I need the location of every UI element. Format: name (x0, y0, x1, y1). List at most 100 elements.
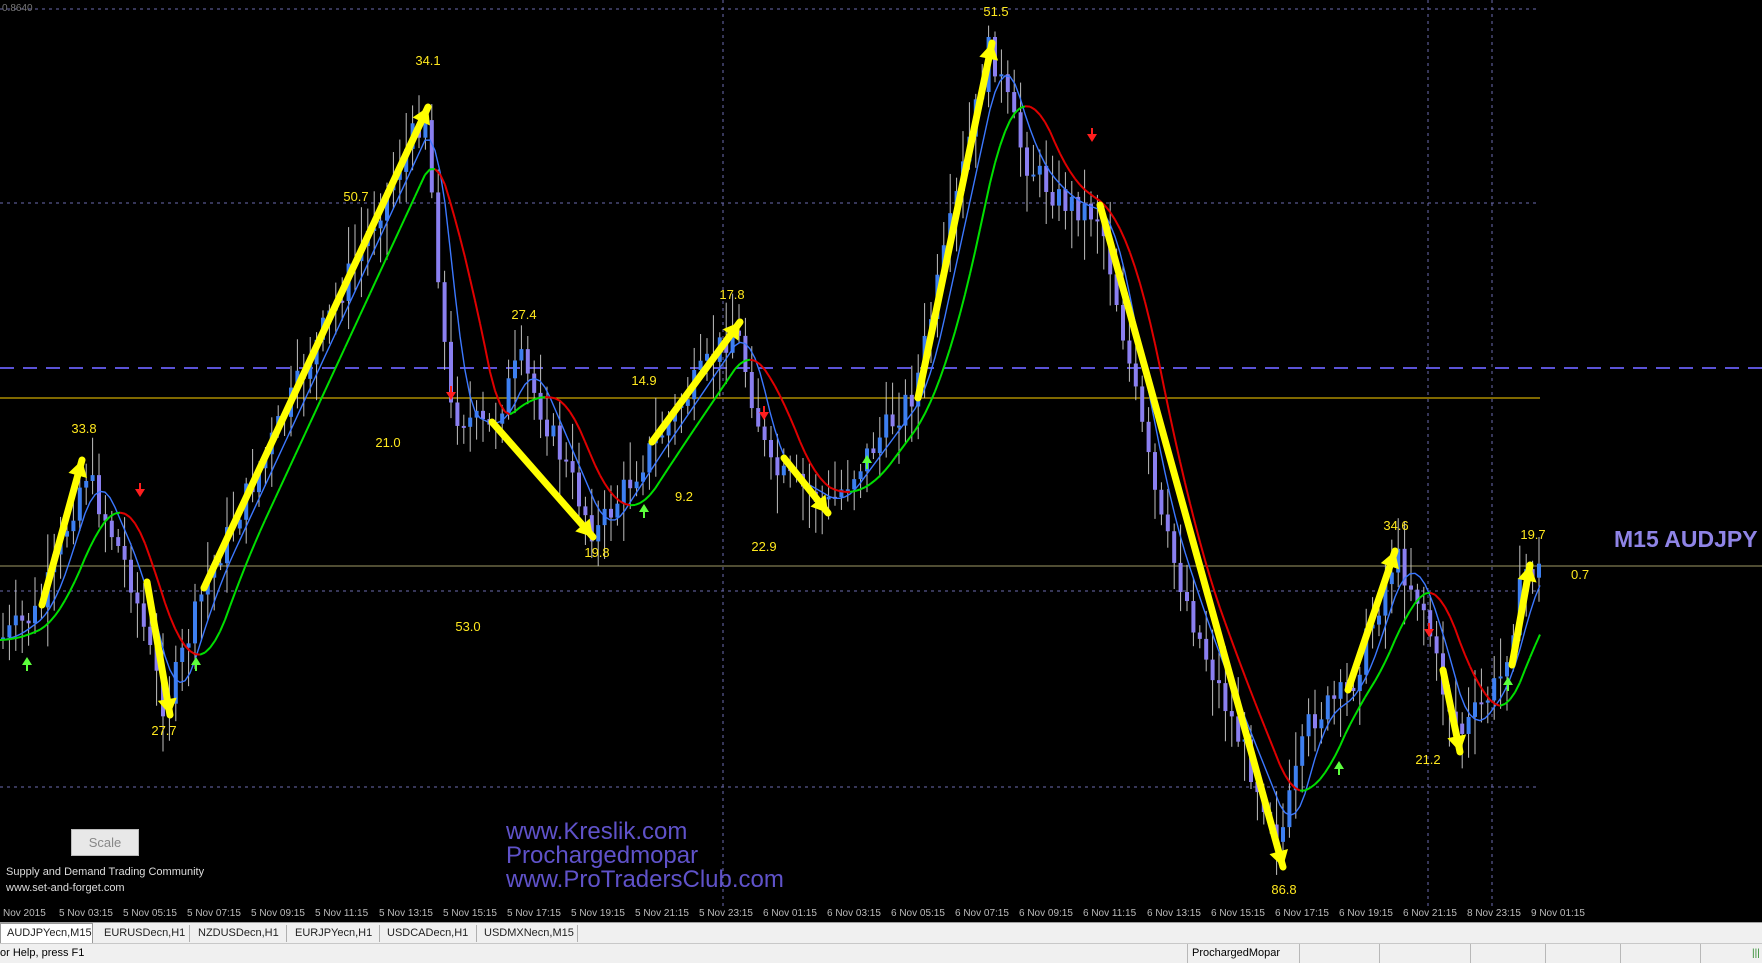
down-arrow-icon (1087, 134, 1097, 142)
ma-segment (64, 590, 71, 601)
ma-segment (199, 651, 206, 656)
candle-body (775, 457, 780, 476)
ma-segment (564, 404, 571, 413)
ma-segment (849, 490, 856, 493)
ma-segment (279, 476, 286, 489)
tab-usdcad[interactable]: USDCADecn,H1 (381, 925, 477, 942)
candle-body (999, 74, 1004, 77)
candle-body (1300, 736, 1305, 766)
ma-segment (294, 444, 301, 456)
price-chart[interactable]: 0.8640 51.5 34.1 50.7 27.4 17.8 14.9 33.… (0, 0, 1762, 910)
ma-segment (1319, 772, 1326, 780)
scale-button[interactable]: Scale (71, 829, 139, 856)
ma-segment (1229, 635, 1236, 651)
candle-body (1191, 601, 1196, 633)
ma-segment (29, 631, 36, 635)
status-help-text: or Help, press F1 (0, 947, 85, 959)
ma-segment (964, 273, 971, 295)
ma-segment (4, 638, 11, 641)
watermark-line: www.ProTradersClub.com (506, 866, 784, 893)
ma-segment (1429, 591, 1436, 596)
move-label: 51.5 (983, 4, 1009, 19)
candle-body (1037, 165, 1042, 175)
ma-segment (1409, 602, 1416, 612)
ma-segment (1264, 727, 1271, 741)
ma-segment (1119, 228, 1126, 241)
symbol-label: M15 AUDJPY (1614, 526, 1758, 552)
community-label: Supply and Demand Trading Community (6, 866, 205, 878)
ma-segment (1109, 211, 1116, 221)
candle-body (628, 479, 633, 489)
ma-segment (944, 348, 951, 365)
candle-body (1338, 682, 1343, 699)
tab-nzdusd[interactable]: NZDUSDecn,H1 (192, 925, 287, 942)
ma-segment (1529, 645, 1536, 658)
ma-segment (424, 168, 431, 176)
move-label: 53.0 (455, 619, 481, 634)
tab-audjpy[interactable]: AUDJPYecn,M15 (0, 923, 93, 943)
ma-segment (1349, 714, 1356, 726)
connection-status-icon: ||| (1752, 948, 1760, 959)
ma-segment (979, 205, 986, 230)
time-tick: 6 Nov 17:15 (1275, 908, 1329, 919)
ma-segment (1179, 461, 1186, 483)
candle-body (570, 461, 575, 473)
ma-segment (1359, 696, 1366, 707)
ma-segment (1534, 634, 1541, 647)
ma-segment (314, 401, 321, 413)
candle-body (71, 520, 76, 532)
candle-body (506, 378, 511, 414)
time-tick: 5 Nov 13:15 (379, 908, 433, 919)
ma-segment (1224, 621, 1231, 637)
ma-segment (744, 358, 751, 362)
candle-body (634, 481, 639, 489)
tab-usdmxn[interactable]: USDMXNecn,M15 (478, 925, 578, 942)
candle-body (1057, 189, 1061, 206)
candle-body (1473, 702, 1477, 717)
candle-body (1018, 112, 1023, 148)
candle-body (1479, 702, 1484, 705)
ma-segment (684, 435, 691, 444)
ma-segment (1474, 676, 1481, 687)
move-label: 33.8 (71, 421, 97, 436)
ma-segment (244, 554, 251, 568)
ma-segment (1004, 120, 1011, 133)
tab-eurusd[interactable]: EURUSDecn,H1 (98, 925, 190, 942)
ma-segment (1369, 680, 1376, 690)
candle-body (481, 410, 485, 420)
ma-segment (954, 313, 961, 333)
tab-eurjpy[interactable]: EURJPYecn,H1 (289, 925, 380, 942)
ma-segment (1094, 196, 1101, 202)
ma-segment (829, 486, 836, 491)
candle-body (378, 220, 383, 229)
ma-segment (514, 406, 521, 413)
status-separator (1545, 944, 1546, 963)
down-arrow-icon (135, 489, 145, 497)
ma-segment (1239, 662, 1246, 677)
ma-segment (379, 260, 386, 273)
ma-segment (229, 592, 236, 607)
ma-segment (889, 457, 896, 466)
ma-segment (809, 461, 816, 472)
candle-body (545, 419, 549, 437)
ma-segment (989, 162, 996, 184)
candle-body (20, 615, 25, 621)
ma-segment (884, 463, 891, 472)
candle-body (1031, 174, 1036, 177)
candle-body (1133, 363, 1138, 387)
time-tick: 6 Nov 01:15 (763, 908, 817, 919)
ma-segment (1034, 108, 1041, 116)
ma-segment (1049, 130, 1056, 144)
ma-segment (1124, 239, 1131, 254)
time-tick: Nov 2015 (3, 908, 46, 919)
time-tick: 6 Nov 15:15 (1211, 908, 1265, 919)
up-arrow-icon (1334, 761, 1344, 769)
move-label: 34.6 (1383, 518, 1409, 533)
ma-segment (1149, 321, 1156, 345)
ma-segment (154, 571, 161, 588)
up-arrow-icon (1503, 677, 1513, 685)
ma-segment (1279, 764, 1286, 776)
ma-segment (874, 475, 881, 482)
ma-segment (539, 396, 546, 399)
ma-segment (1114, 219, 1121, 230)
